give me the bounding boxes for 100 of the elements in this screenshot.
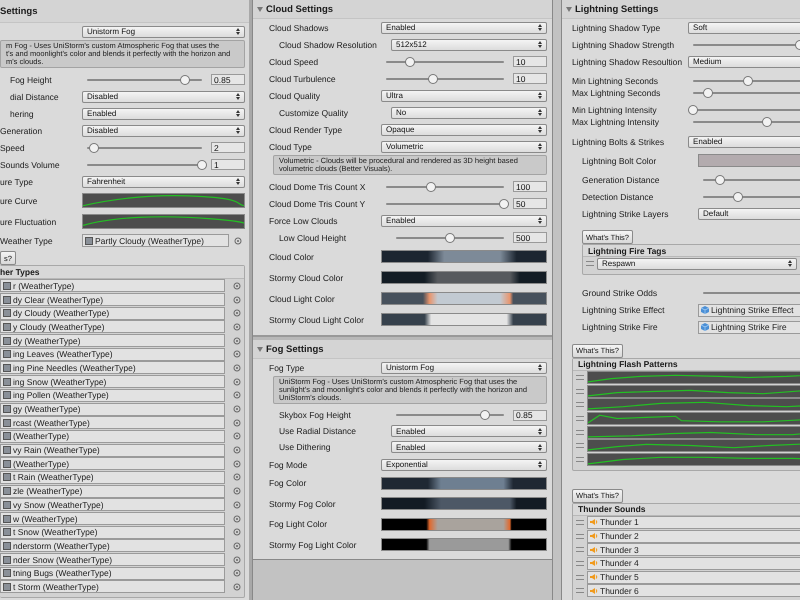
dropdown[interactable]: Default <box>698 208 800 220</box>
dropdown[interactable]: Opaque <box>381 124 547 136</box>
number-field[interactable]: 500 <box>513 232 547 243</box>
drag-handle-icon[interactable] <box>576 430 584 435</box>
dropdown[interactable]: Medium <box>688 56 800 68</box>
object-field[interactable]: t Snow (WeatherType) <box>0 526 225 539</box>
gradient-field[interactable] <box>381 518 547 531</box>
dropdown[interactable]: Fahrenheit <box>82 176 245 188</box>
slider-thumb[interactable] <box>688 105 698 115</box>
object-field[interactable]: dy (WeatherType) <box>0 334 225 348</box>
number-field[interactable]: 50 <box>513 198 547 209</box>
triangle-down-icon[interactable] <box>257 346 263 352</box>
object-field[interactable]: Partly Cloudy (WeatherType) <box>82 234 229 247</box>
dropdown[interactable]: Enabled <box>381 22 547 34</box>
dropdown[interactable]: Ultra <box>381 90 547 102</box>
object-field[interactable]: Thunder 3 <box>587 543 800 556</box>
curve-field[interactable] <box>587 371 800 384</box>
gradient-field[interactable] <box>381 250 547 263</box>
object-field[interactable]: (WeatherType) <box>0 430 225 443</box>
curve-field[interactable] <box>82 193 245 208</box>
slider-thumb[interactable] <box>180 74 190 84</box>
number-field[interactable]: 0.85 <box>513 410 547 420</box>
section-header[interactable]: Cloud Settings <box>253 0 552 19</box>
dropdown[interactable]: Enabled <box>391 425 547 437</box>
object-field[interactable]: vy Snow (WeatherType) <box>0 498 225 512</box>
dropdown[interactable]: Volumetric <box>381 140 547 152</box>
object-field[interactable]: w (WeatherType) <box>0 512 225 526</box>
number-field[interactable]: 1 <box>211 159 245 170</box>
object-field[interactable]: Thunder 5 <box>587 570 800 584</box>
curve-field[interactable] <box>587 412 800 426</box>
slider-thumb[interactable] <box>732 192 743 202</box>
slider-thumb[interactable] <box>88 142 99 152</box>
drag-handle-icon[interactable] <box>576 375 584 380</box>
object-field[interactable]: Lightning Strike Fire <box>698 320 800 334</box>
gradient-field[interactable] <box>381 271 547 284</box>
object-field[interactable]: t Storm (WeatherType) <box>0 580 225 594</box>
dropdown[interactable]: Enabled <box>391 441 547 453</box>
number-field[interactable]: 0.85 <box>211 74 245 85</box>
curve-field[interactable] <box>587 426 800 439</box>
curve-field[interactable] <box>587 439 800 452</box>
drag-handle-icon[interactable] <box>576 402 584 408</box>
dropdown[interactable]: Disabled <box>82 124 245 136</box>
dropdown[interactable]: Exponential <box>381 458 547 470</box>
dropdown[interactable]: Unistorm Fog <box>381 362 547 374</box>
gradient-field[interactable] <box>381 538 547 552</box>
object-field[interactable]: dy Cloudy (WeatherType) <box>0 306 225 320</box>
object-field[interactable]: t Rain (WeatherType) <box>0 470 225 484</box>
object-field[interactable]: nder Snow (WeatherType) <box>0 553 225 566</box>
slider-thumb[interactable] <box>715 174 726 184</box>
object-field[interactable]: ing Leaves (WeatherType) <box>0 348 225 361</box>
gradient-field[interactable] <box>381 292 547 305</box>
drag-handle-icon[interactable] <box>576 547 584 552</box>
drag-handle-icon[interactable] <box>576 520 584 525</box>
drag-handle-icon[interactable] <box>586 261 594 266</box>
dropdown[interactable]: Enabled <box>688 136 800 148</box>
curve-field[interactable] <box>587 453 800 466</box>
drag-handle-icon[interactable] <box>576 443 584 448</box>
gradient-field[interactable] <box>381 313 547 326</box>
object-field[interactable]: ing Pollen (WeatherType) <box>0 388 225 402</box>
curve-field[interactable] <box>587 398 800 412</box>
object-field[interactable]: vy Rain (WeatherType) <box>0 444 225 457</box>
slider-thumb[interactable] <box>743 76 754 86</box>
drag-handle-icon[interactable] <box>576 560 584 566</box>
dropdown[interactable]: Respawn <box>597 258 797 270</box>
drag-handle-icon[interactable] <box>576 416 584 422</box>
number-field[interactable]: 2 <box>211 142 245 153</box>
object-field[interactable]: gy (WeatherType) <box>0 402 225 416</box>
gradient-field[interactable] <box>381 497 547 510</box>
dropdown[interactable]: No <box>391 106 547 118</box>
slider-thumb[interactable] <box>426 182 436 192</box>
dropdown[interactable]: Disabled <box>82 90 245 102</box>
drag-handle-icon[interactable] <box>576 588 584 594</box>
object-field[interactable]: Thunder 2 <box>587 530 800 543</box>
number-field[interactable]: 100 <box>513 181 547 192</box>
drag-handle-icon[interactable] <box>576 574 584 580</box>
section-header[interactable]: Lightning Settings <box>562 0 800 19</box>
object-field[interactable]: tning Bugs (WeatherType) <box>0 566 225 580</box>
number-field[interactable]: 10 <box>513 56 547 67</box>
triangle-down-icon[interactable] <box>257 6 263 12</box>
object-field[interactable]: (WeatherType) <box>0 457 225 470</box>
object-picker-icon[interactable] <box>234 236 242 244</box>
drag-handle-icon[interactable] <box>576 388 584 394</box>
section-header[interactable]: Fog Settings <box>253 340 552 359</box>
drag-handle-icon[interactable] <box>576 457 584 462</box>
dropdown[interactable]: Enabled <box>381 214 547 226</box>
dropdown[interactable]: Unistorm Fog <box>82 26 245 38</box>
curve-field[interactable] <box>587 384 800 398</box>
slider-thumb[interactable] <box>499 198 509 208</box>
object-field[interactable]: Thunder 1 <box>587 516 800 529</box>
slider-thumb[interactable] <box>480 410 490 420</box>
slider-thumb[interactable] <box>197 160 207 170</box>
object-field[interactable]: ing Snow (WeatherType) <box>0 375 225 388</box>
slider-thumb[interactable] <box>404 56 415 66</box>
dropdown[interactable]: Enabled <box>82 108 245 120</box>
slider-thumb[interactable] <box>428 74 438 84</box>
curve-field[interactable] <box>82 214 245 229</box>
object-field[interactable]: rcast (WeatherType) <box>0 416 225 430</box>
object-field[interactable]: dy Clear (WeatherType) <box>0 293 225 306</box>
dropdown[interactable]: Soft <box>688 22 800 34</box>
object-field[interactable]: r (WeatherType) <box>0 279 225 292</box>
